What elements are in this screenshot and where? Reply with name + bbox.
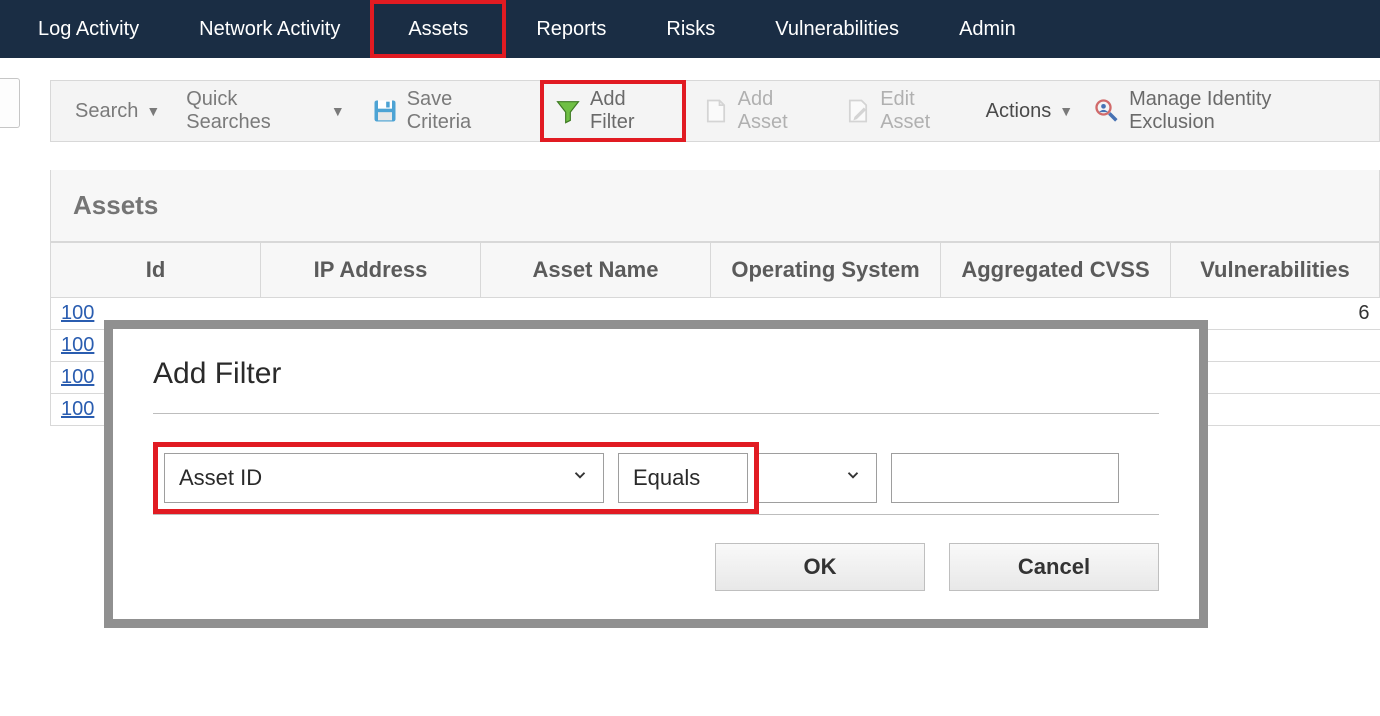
asset-id-link[interactable]: 100 (61, 302, 94, 324)
dropdown-triangle-icon: ▼ (146, 103, 160, 119)
highlight-box-add-filter: Add Filter (540, 80, 686, 142)
toolbar-manage-identity-exclusion-label: Manage Identity Exclusion (1129, 88, 1355, 134)
toolbar-save-criteria-label: Save Criteria (407, 88, 518, 134)
nav-risks[interactable]: Risks (636, 0, 745, 58)
filter-row: Asset ID Equals (153, 442, 1159, 514)
filter-operator-select-left-part[interactable]: Equals (618, 453, 748, 503)
col-header-ip[interactable]: IP Address (261, 243, 481, 298)
toolbar-edit-asset[interactable]: Edit Asset (834, 81, 975, 141)
col-header-asset-name[interactable]: Asset Name (481, 243, 711, 298)
highlight-box-filter-selects: Asset ID Equals (153, 442, 759, 514)
col-header-os[interactable]: Operating System (711, 243, 941, 298)
toolbar-manage-identity-exclusion[interactable]: Manage Identity Exclusion (1083, 81, 1365, 141)
left-side-tab-stub[interactable] (0, 78, 20, 128)
panel-title: Assets (50, 170, 1380, 242)
dropdown-triangle-icon: ▼ (331, 103, 345, 119)
filter-operator-select-chevron[interactable] (759, 453, 877, 503)
asset-id-link[interactable]: 100 (61, 366, 94, 388)
toolbar-search[interactable]: Search ▼ (65, 81, 170, 141)
nav-reports[interactable]: Reports (506, 0, 636, 58)
filter-value-input[interactable] (891, 453, 1119, 503)
nav-log-activity[interactable]: Log Activity (8, 0, 169, 58)
dialog-button-row: OK Cancel (153, 543, 1159, 591)
toolbar-quick-searches-label: Quick Searches (186, 88, 323, 134)
filter-operator-select-value: Equals (633, 465, 700, 491)
dialog-title: Add Filter (153, 357, 1159, 391)
col-header-vulnerabilities[interactable]: Vulnerabilities (1171, 243, 1380, 298)
divider (153, 413, 1159, 414)
toolbar-actions[interactable]: Actions ▼ (976, 81, 1083, 141)
toolbar-add-asset-label: Add Asset (738, 88, 825, 134)
magnifier-person-icon (1093, 97, 1121, 125)
chevron-down-icon (844, 466, 862, 490)
save-icon (371, 97, 399, 125)
highlight-box-nav-assets: Assets (370, 0, 506, 58)
toolbar-edit-asset-label: Edit Asset (880, 88, 965, 134)
nav-assets[interactable]: Assets (374, 0, 502, 58)
toolbar: Search ▼ Quick Searches ▼ Save Criteria … (50, 80, 1380, 142)
toolbar-save-criteria[interactable]: Save Criteria (361, 81, 528, 141)
document-edit-icon (844, 97, 872, 125)
nav-network-activity[interactable]: Network Activity (169, 0, 370, 58)
cancel-button[interactable]: Cancel (949, 543, 1159, 591)
divider (153, 514, 1159, 515)
toolbar-search-label: Search (75, 100, 138, 123)
col-header-id[interactable]: Id (51, 243, 261, 298)
funnel-icon (554, 97, 582, 125)
dropdown-triangle-icon: ▼ (1059, 103, 1073, 119)
toolbar-add-asset[interactable]: Add Asset (692, 81, 835, 141)
ok-button[interactable]: OK (715, 543, 925, 591)
add-filter-dialog: Add Filter Asset ID Equals OK Cancel (104, 320, 1208, 628)
toolbar-quick-searches[interactable]: Quick Searches ▼ (176, 81, 354, 141)
asset-id-link[interactable]: 100 (61, 398, 94, 420)
toolbar-actions-label: Actions (986, 100, 1052, 123)
nav-admin[interactable]: Admin (929, 0, 1046, 58)
col-header-cvss[interactable]: Aggregated CVSS (941, 243, 1171, 298)
top-nav: Log Activity Network Activity Assets Rep… (0, 0, 1380, 58)
asset-id-link[interactable]: 100 (61, 334, 94, 356)
toolbar-add-filter[interactable]: Add Filter (544, 81, 682, 141)
filter-field-select-value: Asset ID (179, 465, 262, 491)
toolbar-add-filter-label: Add Filter (590, 88, 672, 134)
nav-vulnerabilities[interactable]: Vulnerabilities (745, 0, 929, 58)
document-add-icon (702, 97, 730, 125)
filter-field-select[interactable]: Asset ID (164, 453, 604, 503)
chevron-down-icon (571, 466, 589, 490)
